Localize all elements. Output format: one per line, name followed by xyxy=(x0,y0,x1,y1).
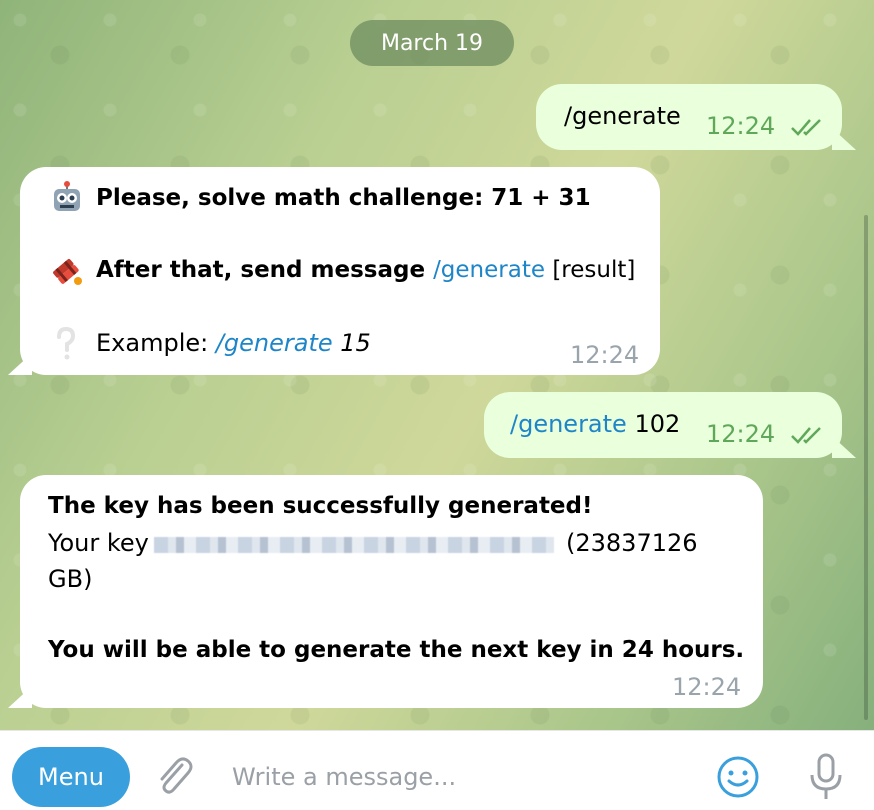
paperclip-icon[interactable] xyxy=(152,753,196,799)
date-label: March 19 xyxy=(380,30,484,56)
command-link[interactable]: /generate xyxy=(433,257,545,283)
instruction-prefix: After that, send message xyxy=(96,257,434,283)
example-text: Example: /generate 15 xyxy=(96,329,371,357)
command-link[interactable]: /generate xyxy=(510,410,627,438)
key-size: (23837126 xyxy=(566,529,698,557)
message-time: 12:24 xyxy=(706,112,776,140)
message-time: 12:24 xyxy=(706,420,776,448)
chat-area[interactable]: March 19 /generate 12:24 Please, solve m… xyxy=(0,0,874,730)
dynamite-icon xyxy=(53,259,82,285)
command-link[interactable]: /generate xyxy=(564,102,681,130)
outgoing-message[interactable]: /generate 102 12:24 xyxy=(484,392,842,458)
incoming-message[interactable]: The key has been successfully generated!… xyxy=(20,475,763,708)
emoji-icon[interactable] xyxy=(716,755,760,799)
message-input[interactable] xyxy=(230,749,684,805)
next-key-notice: You will be able to generate the next ke… xyxy=(48,637,745,663)
command-text: /generate 102 xyxy=(510,410,680,438)
instruction-suffix: [result] xyxy=(545,257,636,283)
example-prefix: Example: xyxy=(96,329,216,357)
key-size-unit: GB) xyxy=(48,565,93,593)
double-check-icon xyxy=(791,427,821,444)
success-text: The key has been successfully generated! xyxy=(48,493,593,519)
date-badge: March 19 xyxy=(350,20,514,66)
scrollbar[interactable] xyxy=(864,215,868,720)
command-argument: 102 xyxy=(626,410,681,438)
bubble-tail xyxy=(832,436,856,458)
example-suffix: 15 xyxy=(332,329,371,357)
challenge-text: Please, solve math challenge: 71 + 31 xyxy=(96,185,591,211)
bubble-tail xyxy=(832,128,856,150)
message-time: 12:24 xyxy=(672,673,742,701)
command-link[interactable]: /generate xyxy=(216,329,333,357)
composer-bar: Menu xyxy=(0,730,874,810)
incoming-message[interactable]: Please, solve math challenge: 71 + 31 Af… xyxy=(20,167,660,375)
instruction-text: After that, send message /generate [resu… xyxy=(96,257,635,283)
redacted-key xyxy=(154,537,554,553)
question-icon xyxy=(57,327,76,360)
robot-icon xyxy=(54,181,80,211)
outgoing-message[interactable]: /generate 12:24 xyxy=(536,84,842,150)
key-label: Your key xyxy=(48,529,149,557)
menu-button[interactable]: Menu xyxy=(12,747,130,807)
message-time: 12:24 xyxy=(570,341,640,369)
double-check-icon xyxy=(791,119,821,136)
microphone-icon[interactable] xyxy=(806,751,846,803)
